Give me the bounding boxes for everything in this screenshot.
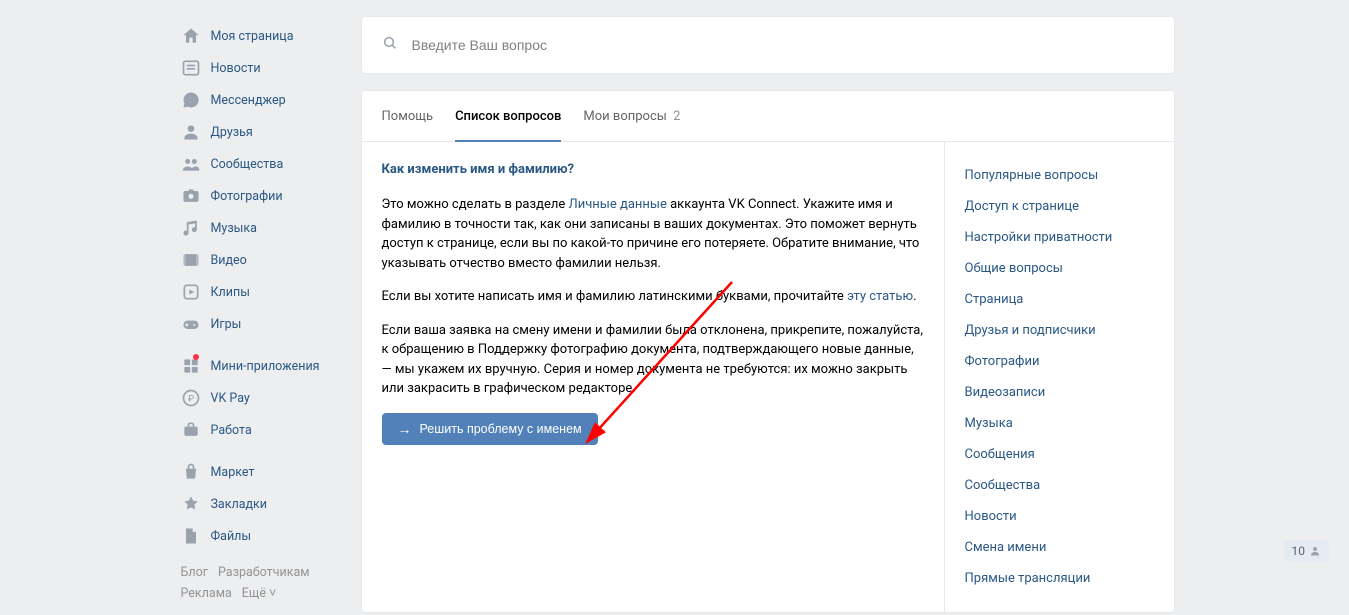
bookmarks-icon <box>181 494 201 514</box>
main: Помощь Список вопросов Мои вопросы 2 Как и… <box>361 0 1175 615</box>
arrow-right-icon: → <box>398 421 412 437</box>
button-label: Решить проблему с именем <box>420 422 582 436</box>
footer-links: Блог Разработчикам Реклама Ещё ˅ <box>175 552 345 615</box>
topic-link[interactable]: Музыка <box>945 408 1174 439</box>
topic-link[interactable]: Сообщения <box>945 439 1174 470</box>
footer-link[interactable]: Реклама <box>181 586 232 601</box>
sidebar-item-label: Видео <box>211 253 247 268</box>
article-paragraph: Если вы хотите написать имя и фамилию ла… <box>382 287 924 307</box>
topic-link[interactable]: Фотографии <box>945 346 1174 377</box>
sidebar-item-video[interactable]: Видео <box>175 244 345 276</box>
topic-link[interactable]: Прямые трансляции <box>945 563 1174 594</box>
topic-link[interactable]: Общие вопросы <box>945 253 1174 284</box>
article: Как изменить имя и фамилию? Это можно сд… <box>362 142 944 612</box>
search-icon <box>382 35 398 55</box>
tab-мои-вопросы[interactable]: Мои вопросы 2 <box>583 91 680 142</box>
search-box[interactable] <box>361 16 1175 74</box>
help-panel: Помощь Список вопросов Мои вопросы 2 Как и… <box>361 90 1175 613</box>
personal-data-link[interactable]: Личные данные <box>568 197 666 212</box>
sidebar-item-label: Мини-приложения <box>211 359 320 374</box>
notification-badge[interactable]: 10 <box>1284 540 1330 562</box>
sidebar-item-label: Друзья <box>211 125 253 140</box>
badge-count: 10 <box>1292 544 1306 558</box>
topic-link[interactable]: Сообщества <box>945 470 1174 501</box>
sidebar-item-label: Клипы <box>211 285 250 300</box>
sidebar-item-label: Мессенджер <box>211 93 286 108</box>
topic-link[interactable]: Доступ к странице <box>945 191 1174 222</box>
sidebar-item-label: Музыка <box>211 221 257 236</box>
article-text: Если вы хотите написать имя и фамилию ла… <box>382 289 848 304</box>
sidebar-item-clips[interactable]: Клипы <box>175 276 345 308</box>
tab-список-вопросов[interactable]: Список вопросов <box>455 91 561 142</box>
topics-column: Популярные вопросыДоступ к страницеНастр… <box>944 142 1174 612</box>
latin-article-link[interactable]: эту статью <box>847 289 913 304</box>
sidebar-item-label: Моя страница <box>211 29 294 44</box>
sidebar-item-label: VK Pay <box>211 391 250 406</box>
article-title: Как изменить имя и фамилию? <box>382 162 924 177</box>
search-input[interactable] <box>412 37 1154 53</box>
tab-count: 2 <box>673 109 680 124</box>
sidebar-item-friends[interactable]: Друзья <box>175 116 345 148</box>
article-paragraph: Это можно сделать в разделе Личные данны… <box>382 195 924 273</box>
groups-icon <box>181 154 201 174</box>
games-icon <box>181 314 201 334</box>
sidebar-item-label: Новости <box>211 61 261 76</box>
jobs-icon <box>181 420 201 440</box>
sidebar: Моя страница Новости Мессенджер Друзья Сообщ… <box>175 0 345 615</box>
tab-помощь[interactable]: Помощь <box>382 91 434 142</box>
sidebar-item-vkpay[interactable]: ₽ VK Pay <box>175 382 345 414</box>
sidebar-item-label: Сообщества <box>211 157 284 172</box>
vkpay-icon: ₽ <box>181 388 201 408</box>
sidebar-item-photos[interactable]: Фотографии <box>175 180 345 212</box>
sidebar-item-news[interactable]: Новости <box>175 52 345 84</box>
svg-text:₽: ₽ <box>187 394 193 404</box>
sidebar-item-music[interactable]: Музыка <box>175 212 345 244</box>
sidebar-item-label: Фотографии <box>211 189 283 204</box>
sidebar-item-games[interactable]: Игры <box>175 308 345 340</box>
notification-dot-icon <box>193 354 199 360</box>
article-text: Это можно сделать в разделе <box>382 197 569 212</box>
solve-name-problem-button[interactable]: → Решить проблему с именем <box>382 413 598 445</box>
topic-link[interactable]: Друзья и подписчики <box>945 315 1174 346</box>
music-icon <box>181 218 201 238</box>
messenger-icon <box>181 90 201 110</box>
tabs: Помощь Список вопросов Мои вопросы 2 <box>362 91 1174 142</box>
topic-link[interactable]: Новости <box>945 501 1174 532</box>
article-text: . <box>913 289 916 304</box>
footer-link[interactable]: Блог <box>181 565 208 580</box>
sidebar-item-label: Работа <box>211 423 252 438</box>
topic-link[interactable]: Видеозаписи <box>945 377 1174 408</box>
sidebar-item-messenger[interactable]: Мессенджер <box>175 84 345 116</box>
market-icon <box>181 462 201 482</box>
chevron-down-icon: ˅ <box>266 586 276 601</box>
sidebar-item-groups[interactable]: Сообщества <box>175 148 345 180</box>
sidebar-item-market[interactable]: Маркет <box>175 456 345 488</box>
files-icon <box>181 526 201 546</box>
sidebar-item-label: Игры <box>211 317 242 332</box>
sidebar-item-label: Файлы <box>211 529 252 544</box>
sidebar-item-miniapps[interactable]: Мини-приложения <box>175 350 345 382</box>
clips-icon <box>181 282 201 302</box>
sidebar-item-label: Закладки <box>211 497 268 512</box>
sidebar-item-bookmarks[interactable]: Закладки <box>175 488 345 520</box>
sidebar-item-label: Маркет <box>211 465 255 480</box>
news-icon <box>181 58 201 78</box>
footer-link[interactable]: Разработчикам <box>218 565 310 580</box>
photos-icon <box>181 186 201 206</box>
footer-link[interactable]: Ещё ˅ <box>242 586 287 601</box>
sidebar-item-jobs[interactable]: Работа <box>175 414 345 446</box>
topic-link[interactable]: Популярные вопросы <box>945 160 1174 191</box>
person-icon <box>1309 545 1321 557</box>
sidebar-item-home[interactable]: Моя страница <box>175 20 345 52</box>
video-icon <box>181 250 201 270</box>
sidebar-item-files[interactable]: Файлы <box>175 520 345 552</box>
topic-link[interactable]: Страница <box>945 284 1174 315</box>
topic-link[interactable]: Настройки приватности <box>945 222 1174 253</box>
article-paragraph: Если ваша заявка на смену имени и фамили… <box>382 321 924 399</box>
home-icon <box>181 26 201 46</box>
topic-link[interactable]: Смена имени <box>945 532 1174 563</box>
friends-icon <box>181 122 201 142</box>
